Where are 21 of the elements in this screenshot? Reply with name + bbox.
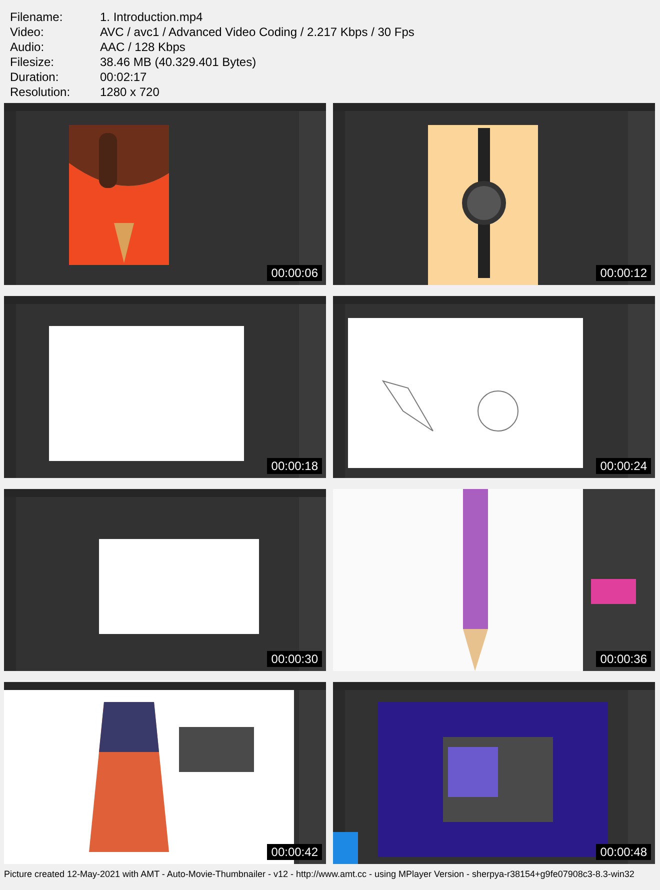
info-value: 1. Introduction.mp4 (100, 10, 203, 25)
info-value: 00:02:17 (100, 70, 147, 85)
info-value: AAC / 128 Kbps (100, 40, 186, 55)
info-label: Filesize: (10, 55, 54, 70)
footer-text: Picture created 12-May-2021 with AMT - Auto-Movie-Thumbnailer - v12 - http://www.amt.cc - using MPlayer Version - sherpya-r38154+g9fe07908c3-8.3-win32 (4, 869, 634, 879)
timestamp: 00:00:48 (596, 844, 651, 860)
info-label: Video: (10, 25, 44, 40)
info-label: Filename: (10, 10, 63, 25)
timestamp: 00:00:06 (267, 265, 322, 281)
info-label: Audio: (10, 40, 44, 55)
info-label: Duration: (10, 70, 59, 85)
timestamp: 00:00:36 (596, 651, 651, 667)
info-value: AVC / avc1 / Advanced Video Coding / 2.217 Kbps / 30 Fps (100, 25, 414, 40)
timestamp: 00:00:24 (596, 458, 651, 474)
timestamp: 00:00:12 (596, 265, 651, 281)
info-value: 1280 x 720 (100, 85, 160, 100)
timestamp: 00:00:30 (267, 651, 322, 667)
info-value: 38.46 MB (40.329.401 Bytes) (100, 55, 256, 70)
timestamp: 00:00:42 (267, 844, 322, 860)
info-label: Resolution: (10, 85, 70, 100)
timestamp: 00:00:18 (267, 458, 322, 474)
